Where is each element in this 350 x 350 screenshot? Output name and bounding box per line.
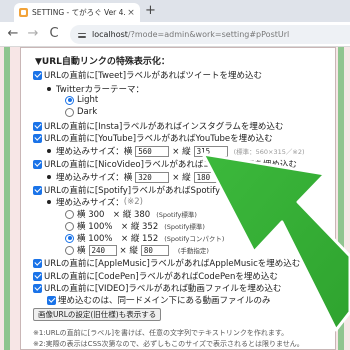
width-label: 横: [77, 246, 86, 256]
theme-dark-radio[interactable]: [65, 107, 74, 117]
video-option[interactable]: URLの直前に[VIDEO]ラベルがあれば動画ファイルを埋め込む: [33, 282, 281, 294]
codepen-label: URLの直前に[CodePen]ラベルがあればCodePenを埋め込む: [44, 272, 278, 282]
spotify-size-opt2[interactable]: 横 100% × 縦 352 (Spotify標準): [65, 220, 205, 232]
nico-size-hint: (標準：320×180／※2): [233, 174, 305, 182]
spotify-opt1-note: (Spotify標準): [156, 211, 197, 219]
nico-checkbox[interactable]: [33, 159, 42, 169]
youtube-height-input[interactable]: 315: [193, 145, 228, 157]
right-stripe: [338, 47, 344, 350]
tab-setting[interactable]: SETTING - てがろぐ Ver 4.7.6 ×: [14, 3, 140, 22]
youtube-checkbox[interactable]: [33, 133, 42, 143]
tab-title: SETTING - てがろぐ Ver 4.7.6: [32, 8, 125, 17]
show-image-url-settings-button[interactable]: 画像URLの設定(旧仕様)も表示する: [33, 308, 162, 321]
youtube-size-label: 埋め込みサイズ：: [56, 147, 124, 157]
same-domain-checkbox[interactable]: [47, 295, 56, 305]
reload-button[interactable]: C: [46, 26, 62, 42]
browser-toolbar: ← → C localhost /?mode=admin&work=settin…: [0, 22, 350, 47]
nico-size-row: 埋め込みサイズ： 横 320 × 縦 180 (標準：320×180／※2): [47, 171, 305, 183]
address-bar[interactable]: localhost /?mode=admin&work=setting#pPos…: [70, 25, 350, 44]
nico-option[interactable]: URLの直前に[NicoVideo]ラベルがあればニコニコ動画を埋め込む: [33, 158, 297, 170]
footnote-2: ※2:実際の表示はCSS次第なので、必ずしもこのサイズで表示されるとは限りません…: [33, 340, 304, 348]
video-label: URLの直前に[VIDEO]ラベルがあれば動画ファイルを埋め込む: [44, 284, 282, 294]
applemusic-option[interactable]: URLの直前に[AppleMusic]ラベルがあればAppleMusicを埋め込…: [33, 257, 300, 269]
spotify-opt1-label: 横 300 × 縦 380: [77, 210, 151, 220]
insta-label: URLの直前に[Insta]ラベルがあればインスタグラムを埋め込む: [44, 122, 284, 132]
theme-light-option[interactable]: Light: [65, 95, 98, 105]
spotify-size-row: 埋め込みサイズ： (※2): [47, 196, 143, 208]
new-tab-button[interactable]: +: [145, 3, 156, 19]
nico-height-input[interactable]: 180: [193, 171, 228, 183]
spotify-opt2-label: 横 100% × 縦 352: [77, 222, 159, 232]
spotify-size-label: 埋め込みサイズ：: [56, 198, 124, 208]
youtube-size-row: 埋め込みサイズ： 横 560 × 縦 315 (標準：560×315／※2): [47, 145, 305, 157]
tweet-option[interactable]: URLの直前に[Tweet]ラベルがあればツイートを埋め込む: [33, 69, 262, 81]
theme-dark-label: Dark: [77, 107, 98, 117]
spotify-opt3-label: 横 100% × 縦 152: [77, 234, 159, 244]
spotify-custom-radio[interactable]: [65, 245, 74, 255]
spotify-custom-note: (手動指定): [177, 247, 209, 255]
footnote-1: ※1:URLの直前に[ラベル]を書けば、任意の文字列でテキストリンクを作れます。: [33, 329, 289, 337]
theme-dark-option[interactable]: Dark: [65, 107, 97, 117]
spotify-opt3-radio[interactable]: [65, 233, 74, 243]
tweet-label: URLの直前に[Tweet]ラベルがあればツイートを埋め込む: [44, 71, 263, 81]
left-stripe: [4, 47, 10, 350]
same-domain-label: 埋め込むのは、同一ドメイン下にある動画ファイルのみ: [58, 296, 271, 306]
spotify-option[interactable]: URLの直前に[Spotify]ラベルがあればSpotifyを埋め込む: [33, 184, 263, 196]
spotify-size-opt1[interactable]: 横 300 × 縦 380 (Spotify標準): [65, 208, 197, 220]
height-label: × 縦: [172, 173, 191, 183]
section-heading: ▼URL自動リンクの特殊表示化：: [35, 57, 170, 67]
spotify-opt1-radio[interactable]: [65, 209, 74, 219]
bullet-icon: [47, 175, 51, 179]
page-content: ▼URL自動リンクの特殊表示化： URLの直前に[Tweet]ラベルがあればツイ…: [0, 47, 350, 350]
height-label: × 縦: [172, 147, 191, 157]
theme-light-label: Light: [77, 95, 99, 105]
url-host: localhost: [92, 30, 128, 39]
bullet-icon: [47, 87, 51, 91]
spotify-size-note: (※2): [123, 197, 143, 207]
youtube-option[interactable]: URLの直前に[YouTube]ラベルがあればYouTubeを埋め込む: [33, 132, 273, 144]
youtube-label: URLの直前に[YouTube]ラベルがあればYouTubeを埋め込む: [44, 134, 273, 144]
width-label: 横: [123, 147, 133, 157]
tab-close-button[interactable]: ×: [125, 8, 137, 18]
height-label: × 縦: [119, 246, 138, 256]
back-button[interactable]: ←: [5, 26, 21, 42]
url-path: /?mode=admin&work=setting#pPostUrl: [127, 30, 290, 39]
spotify-size-custom[interactable]: 横 240 × 縦 80 (手動指定): [65, 244, 209, 256]
spotify-size-opt3[interactable]: 横 100% × 縦 152 (Spotifyコンパクト): [65, 232, 224, 244]
settings-panel: ▼URL自動リンクの特殊表示化： URLの直前に[Tweet]ラベルがあればツイ…: [20, 47, 336, 350]
applemusic-checkbox[interactable]: [33, 258, 42, 268]
spotify-custom-height-input[interactable]: 80: [140, 244, 169, 256]
insta-checkbox[interactable]: [33, 121, 42, 131]
site-info-icon[interactable]: [76, 29, 88, 41]
same-domain-option[interactable]: 埋め込むのは、同一ドメイン下にある動画ファイルのみ: [47, 294, 271, 306]
nico-label: URLの直前に[NicoVideo]ラベルがあればニコニコ動画を埋め込む: [44, 160, 297, 170]
codepen-option[interactable]: URLの直前に[CodePen]ラベルがあればCodePenを埋め込む: [33, 270, 278, 282]
spotify-opt2-radio[interactable]: [65, 221, 74, 231]
youtube-size-hint: (標準：560×315／※2): [233, 148, 305, 156]
theme-light-radio[interactable]: [65, 95, 74, 105]
width-label: 横: [123, 173, 133, 183]
codepen-checkbox[interactable]: [33, 271, 42, 281]
forward-button[interactable]: →: [25, 26, 41, 42]
bullet-icon: [47, 149, 51, 153]
twitter-theme-label: Twitterカラーテーマ：: [56, 85, 144, 95]
twitter-theme-row: Twitterカラーテーマ：: [47, 83, 144, 95]
spotify-opt2-note: (Spotify標準): [164, 223, 205, 231]
tweet-checkbox[interactable]: [33, 70, 42, 80]
spotify-label: URLの直前に[Spotify]ラベルがあればSpotifyを埋め込む: [44, 186, 263, 196]
favicon-icon: [19, 8, 28, 17]
youtube-width-input[interactable]: 560: [135, 145, 170, 157]
bullet-icon: [47, 200, 51, 204]
tab-strip: SETTING - てがろぐ Ver 4.7.6 × +: [0, 0, 350, 22]
nico-size-label: 埋め込みサイズ：: [56, 173, 124, 183]
spotify-checkbox[interactable]: [33, 185, 42, 195]
spotify-custom-width-input[interactable]: 240: [88, 244, 117, 256]
video-checkbox[interactable]: [33, 283, 42, 293]
nico-width-input[interactable]: 320: [135, 171, 170, 183]
applemusic-label: URLの直前に[AppleMusic]ラベルがあればAppleMusicを埋め込…: [44, 259, 301, 269]
spotify-opt3-note: (Spotifyコンパクト): [164, 235, 225, 243]
insta-option[interactable]: URLの直前に[Insta]ラベルがあればインスタグラムを埋め込む: [33, 120, 283, 132]
